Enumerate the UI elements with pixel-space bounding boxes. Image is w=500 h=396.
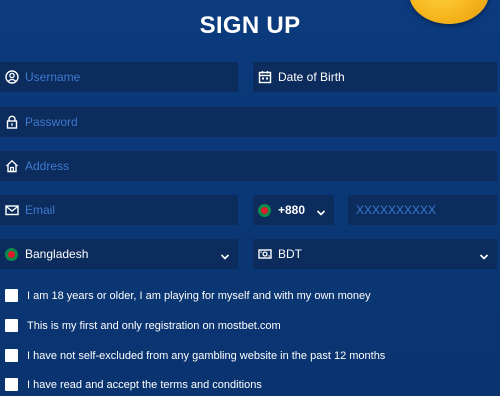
home-icon [5, 159, 19, 173]
terms-checkbox[interactable]: I have read and accept the terms and con… [5, 378, 262, 391]
checkbox-label: This is my first and only registration o… [27, 319, 281, 332]
phone-code-select[interactable]: +880 [253, 195, 334, 225]
username-field[interactable]: Username [0, 62, 238, 92]
username-placeholder: Username [25, 70, 81, 84]
checkbox-label: I am 18 years or older, I am playing for… [27, 289, 371, 302]
chevron-down-icon [220, 249, 230, 260]
country-select[interactable]: Bangladesh [0, 239, 238, 269]
page-title: SIGN UP [199, 12, 301, 39]
address-field[interactable]: Address [0, 151, 497, 181]
checkbox-box[interactable] [5, 349, 18, 362]
phone-number-placeholder: XXXXXXXXXX [356, 203, 437, 217]
email-placeholder: Email [25, 203, 56, 217]
phone-number-input[interactable]: XXXXXXXXXX [348, 195, 497, 225]
checkbox-box[interactable] [5, 289, 18, 302]
checkbox-box[interactable] [5, 378, 18, 391]
currency-note-icon [258, 247, 272, 261]
chevron-down-icon [479, 249, 489, 260]
age-confirmation-checkbox[interactable]: I am 18 years or older, I am playing for… [5, 289, 371, 302]
password-field[interactable]: Password [0, 107, 497, 137]
envelope-icon [5, 203, 19, 217]
date-of-birth-placeholder: Date of Birth [278, 70, 345, 84]
first-registration-checkbox[interactable]: This is my first and only registration o… [5, 319, 281, 332]
email-field[interactable]: Email [0, 195, 238, 225]
address-placeholder: Address [25, 159, 70, 173]
phone-code-value: +880 [278, 203, 306, 217]
lock-icon [5, 115, 19, 129]
checkbox-box[interactable] [5, 319, 18, 332]
country-value: Bangladesh [25, 247, 89, 261]
user-circle-icon [5, 70, 19, 84]
checkbox-label: I have read and accept the terms and con… [27, 378, 262, 391]
date-of-birth-field[interactable]: Date of Birth [253, 62, 497, 92]
bangladesh-flag-icon [258, 203, 271, 217]
chevron-down-icon [316, 205, 326, 216]
currency-select[interactable]: BDT [253, 239, 497, 269]
checkbox-label: I have not self-excluded from any gambli… [27, 349, 386, 362]
currency-value: BDT [278, 247, 302, 261]
calendar-icon [258, 70, 272, 84]
bangladesh-flag-icon [5, 247, 18, 261]
password-placeholder: Password [25, 115, 78, 129]
not-self-excluded-checkbox[interactable]: I have not self-excluded from any gambli… [5, 349, 385, 362]
